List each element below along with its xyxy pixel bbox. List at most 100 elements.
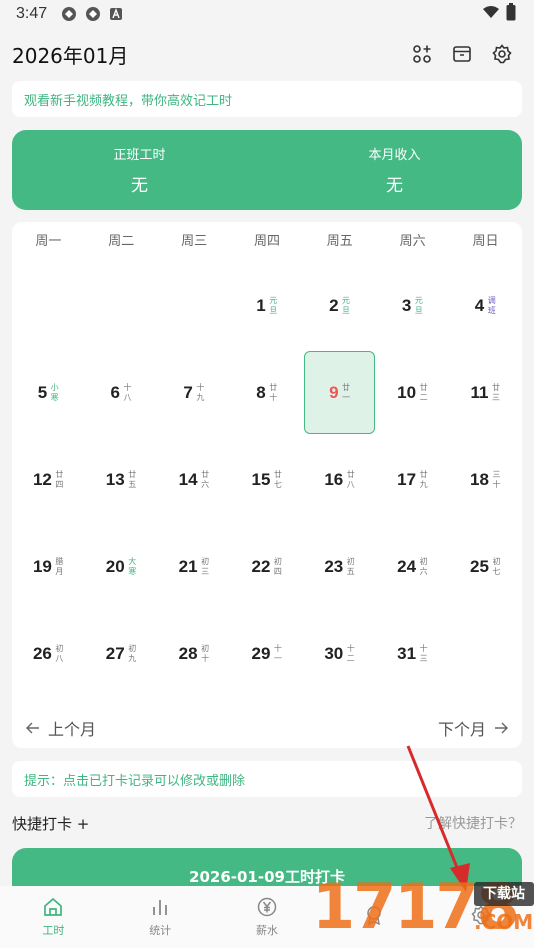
lunar-char: 初 [419,556,428,566]
lunar-date: 腊月 [55,557,64,577]
tab-salary-label: 薪水 [255,924,278,937]
calendar-day[interactable]: 26 初八 [12,610,85,697]
calendar-day[interactable]: 28 初十 [158,610,231,697]
calendar-day[interactable]: 1元旦 [231,262,304,349]
tab-settings[interactable] [427,886,534,948]
calendar-day[interactable]: 25 初七 [449,523,522,610]
quick-punch-add-button[interactable]: 快捷打卡 + [12,813,89,834]
lunar-char: 廿 [346,469,355,479]
calendar-day[interactable]: 23 初五 [303,523,376,610]
lunar-date: 廿十 [269,383,278,403]
day-number: 3 [401,295,412,315]
day-number: 10 [397,382,417,402]
calendar-day[interactable]: 17 廿九 [376,436,449,523]
weekday-header: 周一 周二 周三 周四 周五 周六 周日 [12,230,522,252]
lunar-date: 廿三 [491,383,500,403]
lunar-date: 元旦 [414,296,423,316]
monthly-summary-card: 正班工时 无 本月收入 无 [12,130,522,210]
yuan-icon [256,896,278,918]
calendar-day[interactable]: 7十九 [158,349,231,436]
calendar-day[interactable]: 3元旦 [376,262,449,349]
calendar-day[interactable]: 22 初四 [231,523,304,610]
lunar-char: 十 [492,479,501,489]
lunar-char: 元 [414,295,423,305]
lunar-date: 廿九 [419,470,428,490]
lunar-char: 八 [55,653,64,663]
next-month-button[interactable]: 下个月 [438,716,508,740]
calendar-day[interactable]: 2元旦 [303,262,376,349]
lunar-date: 十二 [346,644,355,664]
lunar-char: 初 [128,643,137,653]
status-bar: 3:47 [0,0,534,28]
status-time: 3:47 [16,5,48,22]
tutorial-banner[interactable]: 观看新手视频教程，带你高效记工时 [12,81,522,117]
lunar-char: 元 [269,295,278,305]
a-notification-icon [109,7,123,21]
apps-icon[interactable] [412,44,432,64]
next-month-label: 下个月 [437,720,486,739]
lunar-char: 八 [346,479,355,489]
lunar-char: 十 [269,392,278,402]
prev-month-button[interactable]: 上个月 [26,716,96,740]
calendar-day[interactable]: 19 腊月 [12,523,85,610]
day-number: 26 [32,643,52,663]
tab-statistics[interactable]: 统计 [107,886,214,948]
calendar-day[interactable]: 24 初六 [376,523,449,610]
day-number: 14 [178,469,198,489]
lunar-char: 月 [55,566,64,576]
lunar-date: 廿五 [128,470,137,490]
bottom-tab-bar: 工时 统计 薪水 [0,886,534,948]
calendar-day[interactable]: 11 廿三 [449,349,522,436]
lunar-date: 廿六 [201,470,210,490]
calendar-day[interactable]: 12 廿四 [12,436,85,523]
calendar-day-today[interactable]: 9廿一 [303,349,376,436]
overtime-label: 正班工时 [113,148,166,163]
calendar-day[interactable]: 15 廿七 [231,436,304,523]
lunar-date: 调班 [487,296,496,316]
lunar-char: 初 [55,643,64,653]
tab-salary[interactable]: 薪水 [214,886,321,948]
day-number: 23 [324,556,344,576]
page-title[interactable]: 2026年01月 [12,40,128,69]
calendar-empty-cell [12,262,85,349]
calendar-day[interactable]: 6十八 [85,349,158,436]
calendar-day[interactable]: 21 初三 [158,523,231,610]
lunar-char: 初 [346,556,355,566]
arrow-left-icon [26,719,40,738]
calendar-day[interactable]: 30 十二 [303,610,376,697]
day-number: 1 [256,295,266,315]
calendar-day[interactable]: 4调班 [449,262,522,349]
archive-icon[interactable] [452,44,472,64]
lunar-char: 元 [342,295,351,305]
lunar-date: 十三 [419,644,428,664]
calendar-day[interactable]: 16 廿八 [303,436,376,523]
calendar-day[interactable]: 5小寒 [12,349,85,436]
calendar-day[interactable]: 20 大寒 [85,523,158,610]
tab-worktime[interactable]: 工时 [0,886,107,948]
lunar-char: 调 [487,295,496,305]
lunar-char: 十 [201,653,210,663]
lunar-char: 廿 [491,382,500,392]
calendar-day[interactable]: 18 三十 [449,436,522,523]
tip-banner: 提示：点击已打卡记录可以修改或删除 [12,761,522,797]
calendar-day[interactable]: 10 廿二 [376,349,449,436]
calendar-day[interactable]: 13 廿五 [85,436,158,523]
lunar-char: 一 [342,392,351,402]
calendar-day[interactable]: 29 十一 [231,610,304,697]
calendar-day[interactable]: 31 十三 [376,610,449,697]
lunar-date: 元旦 [269,296,278,316]
day-number: 7 [183,382,193,402]
lunar-char: 寒 [50,392,59,402]
tab-rewards[interactable] [320,886,427,948]
lunar-char: 一 [273,653,282,663]
calendar-day[interactable]: 8廿十 [231,349,304,436]
home-icon [42,896,64,918]
calendar-day[interactable]: 27 初九 [85,610,158,697]
day-number: 30 [324,643,344,663]
settings-icon[interactable] [492,44,512,64]
lunar-char: 初 [201,643,210,653]
lunar-date: 廿四 [55,470,64,490]
calendar-day[interactable]: 14 廿六 [158,436,231,523]
lunar-char: 十 [196,382,205,392]
quick-punch-help-link[interactable]: 了解快捷打卡？ [424,813,522,833]
